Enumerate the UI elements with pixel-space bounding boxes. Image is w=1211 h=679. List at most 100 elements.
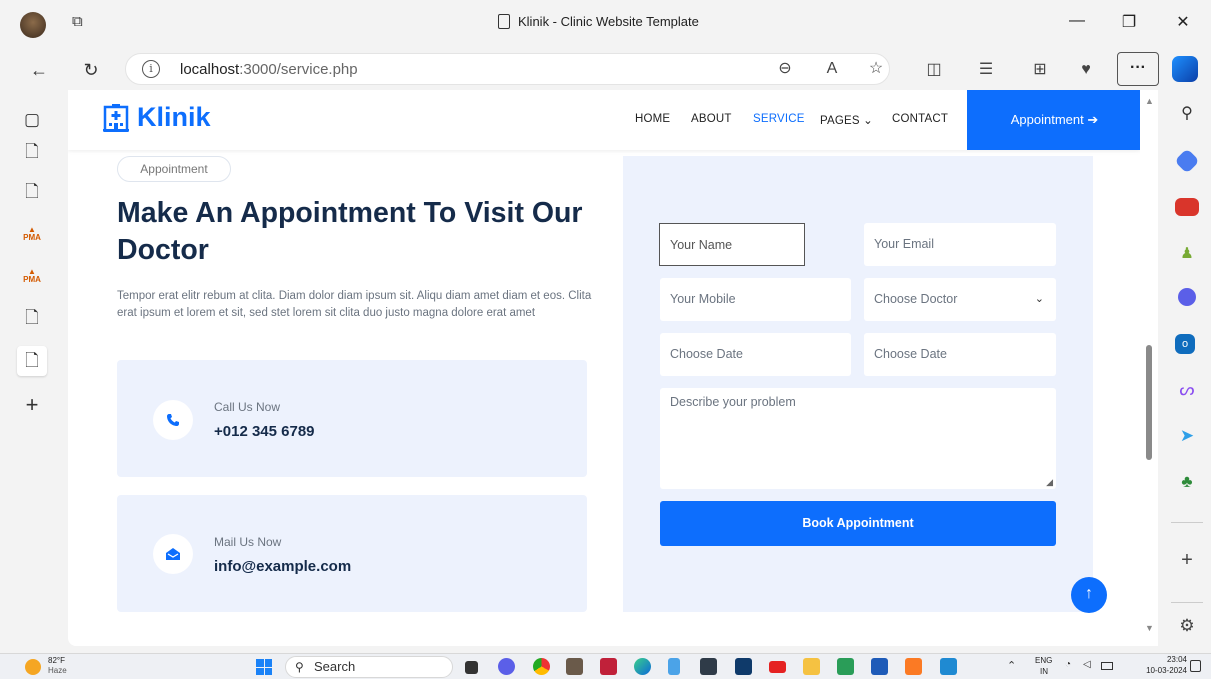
tab-page-active-icon[interactable]: 🗋	[17, 346, 47, 376]
copilot-icon[interactable]	[1172, 56, 1198, 82]
notification-icon[interactable]	[1190, 660, 1201, 672]
zoom-icon[interactable]: ⊖	[771, 55, 799, 83]
email-input[interactable]: Your Email	[864, 223, 1056, 266]
chat-icon[interactable]	[498, 658, 515, 675]
tab-page-icon[interactable]: 🗋	[22, 182, 42, 202]
date-input[interactable]: Choose Date	[660, 333, 851, 376]
name-input[interactable]: Your Name	[659, 223, 805, 266]
mcafee-icon[interactable]	[600, 658, 617, 675]
chevron-down-icon: ⌄	[1034, 293, 1044, 305]
tools-icon[interactable]	[1175, 198, 1199, 216]
volume-icon[interactable]: ◁	[1083, 659, 1091, 670]
chrome-icon[interactable]	[533, 658, 550, 675]
terminal-icon[interactable]	[700, 658, 717, 675]
call-card: Call Us Now +012 345 6789	[117, 360, 587, 477]
tab-phpmyadmin-icon[interactable]: ▲ PMA	[22, 268, 42, 288]
vscode-icon[interactable]	[940, 658, 957, 675]
send-icon[interactable]: ➤	[1175, 424, 1199, 448]
microsoft365-icon[interactable]	[1178, 288, 1196, 306]
date-input-2[interactable]: Choose Date	[864, 333, 1056, 376]
games-icon[interactable]: ♟	[1175, 242, 1199, 266]
nav-service[interactable]: SERVICE	[753, 113, 805, 125]
book-appointment-button[interactable]: Book Appointment	[660, 501, 1056, 546]
scroll-up-arrow-icon[interactable]: ▲	[1145, 96, 1154, 106]
weather-temp: 82°F	[48, 656, 65, 665]
designer-icon[interactable]: ᔕ	[1175, 378, 1199, 402]
xampp-icon[interactable]	[837, 658, 854, 675]
settings-more-button[interactable]: ···	[1117, 52, 1159, 86]
back-to-top-button[interactable]: ↑	[1071, 577, 1107, 613]
resize-handle-icon[interactable]: ◢	[1046, 477, 1053, 488]
favorites-icon[interactable]: ☰	[972, 56, 1000, 84]
nav-contact[interactable]: CONTACT	[892, 113, 948, 125]
page-scrollbar[interactable]: ▲ ▼	[1140, 90, 1158, 646]
browser-toolbar: ← ↻ i localhost:3000/service.php ⊖ A ☆ ◫…	[0, 50, 1211, 90]
email-address: info@example.com	[214, 558, 352, 575]
scrollbar-thumb[interactable]	[1146, 345, 1152, 460]
scroll-down-arrow-icon[interactable]: ▼	[1145, 623, 1154, 633]
browser-essentials-icon[interactable]: ♥	[1072, 56, 1100, 84]
nav-home[interactable]: HOME	[635, 113, 670, 125]
tab-actions-icon[interactable]: ⧉	[72, 13, 92, 33]
envelope-icon	[153, 534, 193, 574]
weather-sun-icon[interactable]	[25, 659, 41, 675]
doctor-select-value: Choose Doctor	[874, 292, 958, 306]
tray-chevron-up-icon[interactable]: ⌃	[1007, 659, 1016, 672]
doctor-select[interactable]: Choose Doctor ⌄	[864, 278, 1056, 321]
arrow-up-icon: ↑	[1085, 585, 1093, 602]
file-explorer-icon[interactable]	[803, 658, 820, 675]
sidebar-divider	[1171, 522, 1203, 523]
mail-label: Mail Us Now	[214, 535, 282, 549]
tab-phpmyadmin-icon[interactable]: ▲ PMA	[22, 226, 42, 246]
photoshop-icon[interactable]	[735, 658, 752, 675]
sidebar-settings-icon[interactable]: ⚙	[1175, 614, 1199, 638]
vertical-tabs-sidebar: ▢ 🗋 🗋 ▲ PMA ▲ PMA 🗋 🗋 +	[0, 90, 60, 650]
collections-icon[interactable]: ⊞	[1026, 56, 1054, 84]
clock-date[interactable]: 10-03-2024	[1127, 666, 1187, 675]
xampp-control-icon[interactable]	[905, 658, 922, 675]
nav-about[interactable]: ABOUT	[691, 113, 732, 125]
search-icon: ⚲	[295, 660, 304, 674]
site-logo[interactable]: Klinik	[103, 102, 211, 133]
section-tag: Appointment	[117, 156, 231, 182]
nav-pages[interactable]: PAGES ⌄	[820, 113, 873, 127]
add-sidebar-app-icon[interactable]: +	[1175, 548, 1199, 572]
restore-button[interactable]: ❐	[1114, 12, 1144, 32]
close-button[interactable]: ✕	[1168, 12, 1198, 32]
phone-number: +012 345 6789	[214, 423, 315, 440]
new-tab-icon[interactable]: +	[22, 394, 42, 416]
word-icon[interactable]	[871, 658, 888, 675]
edge-icon[interactable]	[634, 658, 651, 675]
taskbar-search[interactable]: ⚲ Search	[285, 656, 453, 678]
address-bar[interactable]: i localhost:3000/service.php ⊖ A ☆	[125, 53, 890, 85]
site-info-icon[interactable]: i	[142, 60, 160, 78]
outlook-icon[interactable]: o	[1175, 334, 1195, 354]
tab-page-icon[interactable]: 🗋	[22, 142, 42, 162]
favorite-star-icon[interactable]: ☆	[862, 55, 890, 83]
tree-icon[interactable]: ♣	[1175, 470, 1199, 494]
search-icon[interactable]: ⚲	[1175, 102, 1199, 126]
youtube-icon[interactable]	[769, 661, 786, 673]
appointment-button[interactable]: Appointment ➔	[967, 90, 1142, 150]
language-indicator[interactable]: ENG	[1035, 656, 1052, 665]
minimize-button[interactable]: —	[1062, 12, 1092, 30]
problem-textarea[interactable]: Describe your problem ◢	[660, 388, 1056, 489]
tab-panel-icon[interactable]: ▢	[22, 110, 42, 130]
problem-placeholder: Describe your problem	[670, 395, 796, 409]
photo-app-icon[interactable]	[566, 658, 583, 675]
start-windows-icon[interactable]	[256, 659, 272, 675]
intro-paragraph: Tempor erat elitr rebum at clita. Diam d…	[117, 290, 592, 319]
refresh-button[interactable]: ↻	[76, 56, 106, 84]
shopping-tag-icon[interactable]	[1174, 148, 1200, 174]
notepad-icon[interactable]	[668, 658, 680, 675]
profile-avatar[interactable]	[20, 12, 46, 38]
split-screen-icon[interactable]: ◫	[920, 56, 948, 84]
clock-time[interactable]: 23:04	[1157, 655, 1187, 664]
task-view-icon[interactable]	[465, 661, 478, 674]
tab-page-icon[interactable]: 🗋	[22, 308, 42, 328]
read-aloud-icon[interactable]: A	[818, 55, 846, 83]
back-button[interactable]: ←	[24, 56, 54, 84]
wifi-icon[interactable]: ◔	[1065, 659, 1071, 670]
mobile-input[interactable]: Your Mobile	[660, 278, 851, 321]
battery-icon[interactable]	[1101, 662, 1113, 670]
